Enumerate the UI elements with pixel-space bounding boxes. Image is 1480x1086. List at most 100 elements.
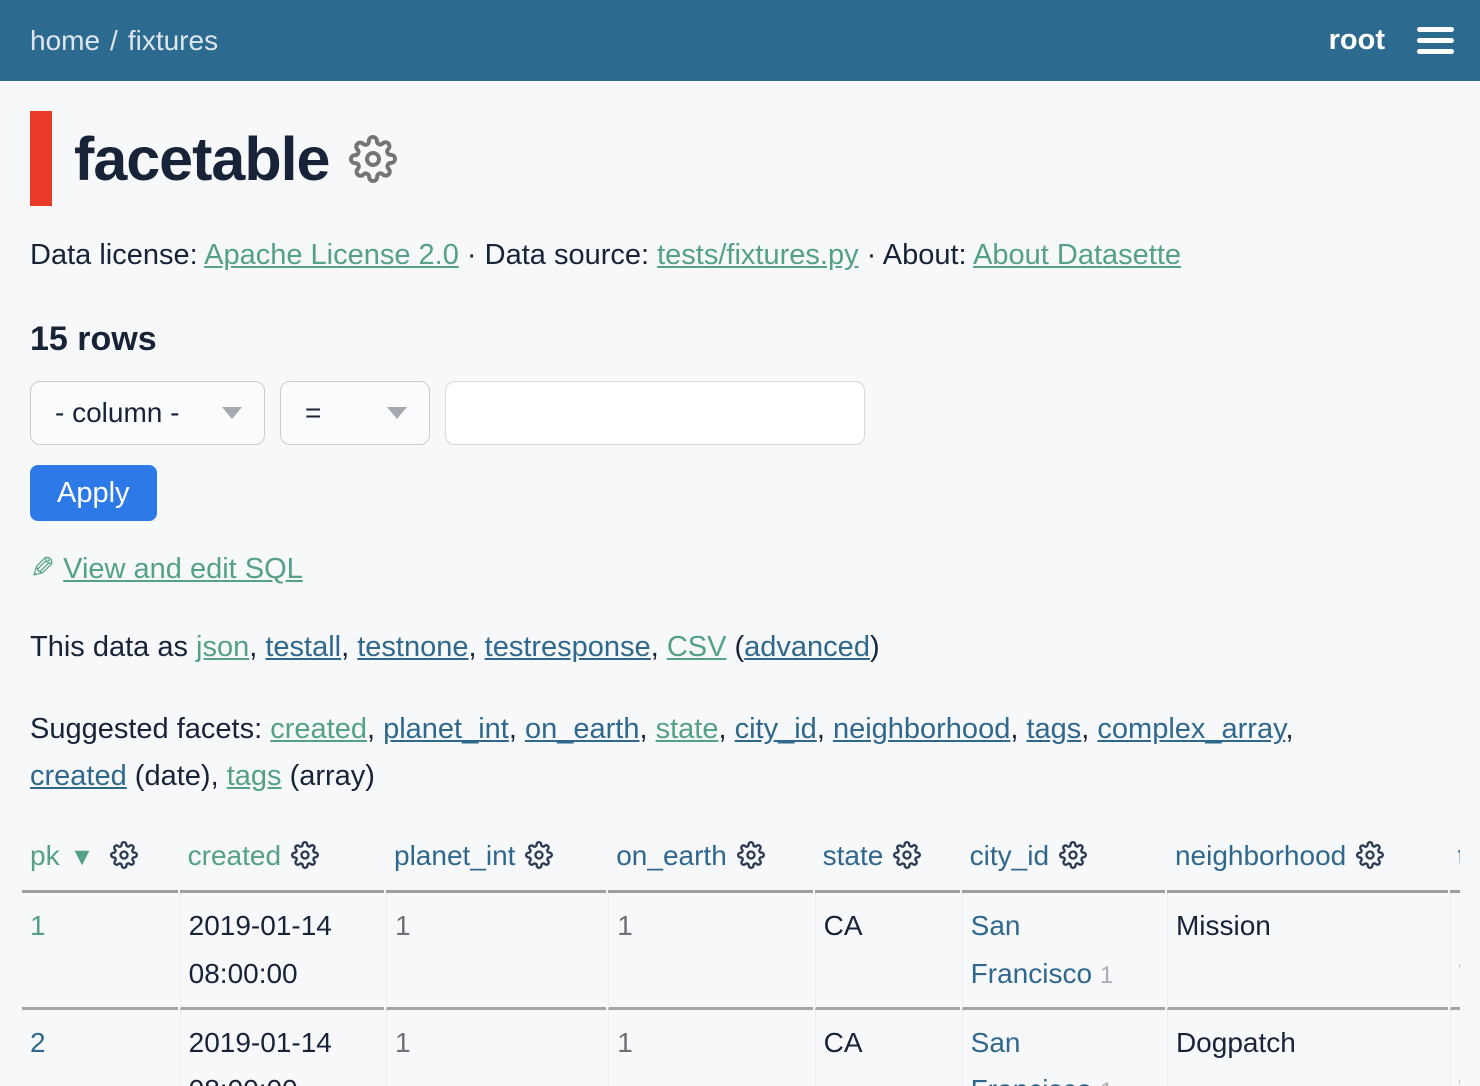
facet-link-created[interactable]: created	[30, 760, 127, 792]
apply-button[interactable]: Apply	[30, 465, 157, 521]
export-link-testnone[interactable]: testnone	[357, 631, 468, 663]
table-settings-gear-icon[interactable]	[349, 135, 397, 183]
column-header-pk: pk ▼	[22, 834, 178, 893]
column-sort-link-on_earth[interactable]: on_earth	[616, 840, 727, 871]
raw-value: 1	[1100, 1078, 1113, 1086]
row-count-heading: 15 rows	[30, 320, 1450, 359]
page-title: facetable	[74, 124, 329, 194]
facet-link-on_earth[interactable]: on_earth	[525, 713, 640, 745]
row-link[interactable]: 2	[30, 1027, 46, 1058]
export-link-testall[interactable]: testall	[265, 631, 341, 663]
top-navigation-bar: home / fixtures root	[0, 0, 1480, 81]
gear-icon[interactable]	[291, 841, 319, 876]
metadata-link[interactable]: Apache License 2.0	[204, 239, 459, 271]
facet-link-neighborhood[interactable]: neighborhood	[833, 713, 1010, 745]
gear-icon[interactable]	[1059, 841, 1087, 876]
breadcrumb-fixtures-link[interactable]: fixtures	[128, 25, 218, 57]
cell-city_id: San Francisco 1	[962, 1010, 1165, 1086]
facet-link-planet_int[interactable]: planet_int	[383, 713, 509, 745]
column-sort-link-pk[interactable]: pk	[30, 840, 60, 871]
column-header-city_id: city_id	[962, 834, 1165, 893]
chevron-down-icon	[222, 407, 242, 419]
data-table: pk ▼ created planet_int on_earth state city_id…	[20, 834, 1460, 1086]
gear-icon[interactable]	[1356, 841, 1384, 876]
view-edit-sql-link[interactable]: View and edit SQL	[63, 553, 303, 585]
raw-value: 1	[1100, 962, 1113, 989]
cell-state: CA	[815, 893, 960, 1009]
export-link-testresponse[interactable]: testresponse	[485, 631, 651, 663]
cell-city_id: San Francisco 1	[962, 893, 1165, 1009]
filter-operator-select[interactable]: =	[280, 381, 430, 445]
city_id-link[interactable]: San Francisco	[971, 910, 1092, 989]
column-sort-link-city_id[interactable]: city_id	[970, 840, 1049, 871]
column-sort-link-created[interactable]: created	[188, 840, 281, 871]
cell-neighborhood: Dogpatch	[1167, 1010, 1448, 1086]
column-header-on_earth: on_earth	[608, 834, 812, 893]
export-link-CSV[interactable]: CSV	[667, 631, 727, 663]
column-sort-link-planet_int[interactable]: planet_int	[394, 840, 515, 871]
row-link[interactable]: 1	[30, 910, 46, 941]
breadcrumb-separator: /	[110, 25, 118, 57]
export-link-advanced[interactable]: advanced	[744, 631, 870, 663]
facet-suffix: (date)	[127, 760, 211, 792]
cell-pk: 2	[22, 1010, 178, 1086]
main-content: facetable Data license: Apache License 2…	[0, 81, 1480, 1086]
column-header-created: created	[180, 834, 384, 893]
column-sort-link-neighborhood[interactable]: neighborhood	[1175, 840, 1346, 871]
column-sort-link-tags[interactable]: tags	[1458, 840, 1460, 871]
page-title-block: facetable	[30, 111, 1450, 206]
metadata-line: Data license: Apache License 2.0 · Data …	[30, 234, 1450, 276]
view-edit-sql-line: ✎View and edit SQL	[30, 551, 1450, 586]
filter-value-input[interactable]	[445, 381, 865, 445]
hamburger-icon	[1417, 38, 1454, 43]
table-row: 12019-01-14 08:00:0011CASan Francisco1Mi…	[22, 893, 1460, 1009]
column-sort-link-state[interactable]: state	[823, 840, 884, 871]
chevron-down-icon	[387, 407, 407, 419]
cell-tags: ["tag1", "tag3"]	[1450, 1010, 1460, 1086]
column-header-state: state	[815, 834, 960, 893]
sort-desc-icon: ▼	[70, 843, 95, 871]
cell-tags: ["tag1", "tag2"]	[1450, 893, 1460, 1009]
cell-on_earth: 1	[608, 893, 812, 1009]
filter-operator-select-value: =	[305, 397, 321, 429]
breadcrumb-home-link[interactable]: home	[30, 25, 100, 57]
filter-form: - column - =	[30, 381, 1450, 445]
column-header-planet_int: planet_int	[386, 834, 606, 893]
metadata-link[interactable]: tests/fixtures.py	[657, 239, 858, 271]
hamburger-icon	[1417, 49, 1454, 54]
facet-link-state[interactable]: state	[656, 713, 719, 745]
cell-on_earth: 1	[608, 1010, 812, 1086]
cell-created: 2019-01-14 08:00:00	[180, 1010, 384, 1086]
facet-link-tags[interactable]: tags	[227, 760, 282, 792]
hamburger-icon	[1417, 27, 1454, 32]
facet-link-complex_array[interactable]: complex_array	[1097, 713, 1285, 745]
facet-link-tags[interactable]: tags	[1026, 713, 1081, 745]
cell-created: 2019-01-14 08:00:00	[180, 893, 384, 1009]
user-menu-link[interactable]: root	[1329, 24, 1385, 57]
facet-link-city_id[interactable]: city_id	[735, 713, 817, 745]
export-link-json[interactable]: json	[196, 631, 249, 663]
data-table-container: pk ▼ created planet_int on_earth state city_id…	[20, 834, 1460, 1086]
gear-icon[interactable]	[525, 841, 553, 876]
breadcrumb: home / fixtures	[30, 25, 218, 57]
pencil-icon: ✎	[30, 551, 55, 586]
gear-icon[interactable]	[893, 841, 921, 876]
gear-icon[interactable]	[110, 841, 138, 876]
metadata-link[interactable]: About Datasette	[973, 239, 1181, 271]
city_id-link[interactable]: San Francisco	[971, 1027, 1092, 1086]
cell-neighborhood: Mission	[1167, 893, 1448, 1009]
cell-planet_int: 1	[386, 893, 606, 1009]
column-header-tags: tags	[1450, 834, 1460, 893]
column-header-neighborhood: neighborhood	[1167, 834, 1448, 893]
cell-pk: 1	[22, 893, 178, 1009]
cell-planet_int: 1	[386, 1010, 606, 1086]
suggested-facets-line: Suggested facets: created, planet_int, o…	[30, 706, 1450, 800]
facet-suffix: (array)	[282, 760, 375, 792]
hamburger-menu-button[interactable]	[1417, 23, 1454, 58]
title-accent-bar	[30, 111, 52, 206]
export-links-line: This data as json, testall, testnone, te…	[30, 624, 1450, 670]
facet-link-created[interactable]: created	[270, 713, 367, 745]
gear-icon[interactable]	[737, 841, 765, 876]
filter-column-select[interactable]: - column -	[30, 381, 265, 445]
cell-state: CA	[815, 1010, 960, 1086]
